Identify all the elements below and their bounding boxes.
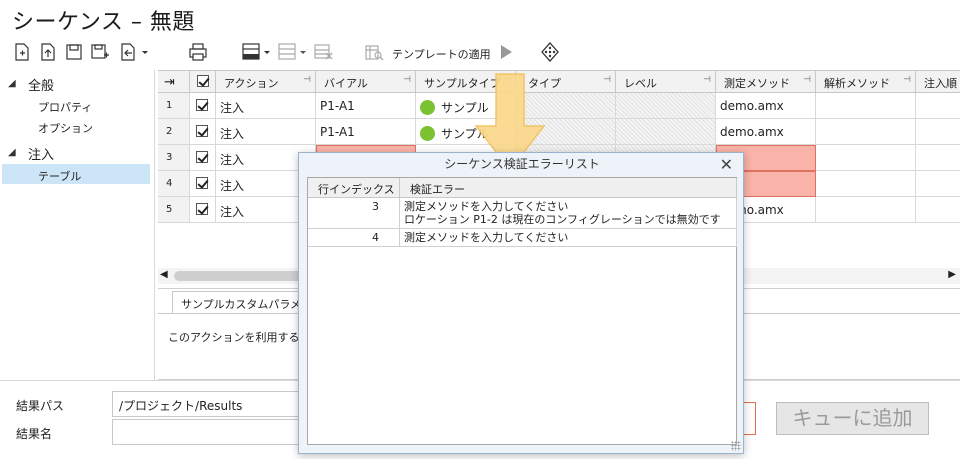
cell-method[interactable]: demo.amx <box>716 119 816 145</box>
column-header-method[interactable]: 測定メソッド ⊣ <box>716 71 816 93</box>
cell-action[interactable]: 注入 <box>216 119 316 145</box>
result-path-label: 結果パス <box>16 399 65 413</box>
close-icon[interactable]: ✕ <box>720 155 733 174</box>
result-name-input[interactable] <box>112 419 312 445</box>
error-row-index[interactable]: 4 <box>308 229 400 247</box>
cell-analysis-method[interactable] <box>816 197 916 223</box>
import-icon[interactable] <box>118 42 158 62</box>
tree-item-options[interactable]: オプション <box>38 120 93 136</box>
random-icon[interactable] <box>540 42 560 62</box>
column-chooser-icon[interactable]: ⇥ <box>164 75 175 90</box>
navigation-tree <box>0 70 155 380</box>
tree-item-table[interactable]: テーブル <box>38 168 81 184</box>
save-icon[interactable] <box>64 42 84 62</box>
select-all-checkbox[interactable] <box>197 75 209 87</box>
collapse-arrow-icon[interactable]: ◢ <box>8 147 16 158</box>
pin-icon[interactable]: ⊣ <box>903 75 911 85</box>
result-path-input[interactable]: /プロジェクト/Results <box>112 391 312 417</box>
row-checkbox[interactable] <box>196 125 208 137</box>
tree-group-general[interactable]: 全般 <box>28 75 54 94</box>
scrollbar-thumb[interactable] <box>174 271 314 281</box>
column-header-action[interactable]: アクション ⊣ <box>216 71 316 93</box>
row-checkbox[interactable] <box>196 203 208 215</box>
status-green-icon <box>420 99 435 115</box>
run-icon[interactable] <box>496 42 516 62</box>
row-checkbox-cell[interactable] <box>190 93 216 119</box>
error-list: 行インデックス 検証エラー 3 測定メソッドを入力してください ロケーション P… <box>307 177 737 445</box>
column-header-injection-order[interactable]: 注入順 <box>916 71 960 93</box>
cell-analysis-method[interactable] <box>816 119 916 145</box>
error-row-message[interactable]: 測定メソッドを入力してください ロケーション P1-2 は現在のコンフィグレーシ… <box>400 198 737 229</box>
open-icon[interactable] <box>38 42 58 62</box>
column-header-level[interactable]: レベル ⊣ <box>616 71 716 93</box>
row-number[interactable]: 4 <box>158 171 190 197</box>
row-checkbox[interactable] <box>196 99 208 111</box>
column-header-analysis-method[interactable]: 解析メソッド ⊣ <box>816 71 916 93</box>
select-all-header[interactable] <box>190 71 216 93</box>
row-number[interactable]: 1 <box>158 93 190 119</box>
collapse-arrow-icon[interactable]: ◢ <box>8 78 16 89</box>
save-as-icon[interactable] <box>90 42 110 62</box>
status-green-icon <box>420 125 435 141</box>
cell-level[interactable] <box>616 93 716 119</box>
dialog-title: シーケンス検証エラーリスト <box>444 157 600 171</box>
window-title: シーケンス – 無題 <box>12 10 195 35</box>
pin-icon[interactable]: ⊣ <box>803 75 811 85</box>
cell-analysis-method[interactable] <box>816 145 916 171</box>
row-checkbox-cell[interactable] <box>190 145 216 171</box>
error-row-message[interactable]: 測定メソッドを入力してください <box>400 229 737 247</box>
row-checkbox-cell[interactable] <box>190 119 216 145</box>
add-to-queue-button[interactable]: キューに追加 <box>776 402 929 435</box>
row-checkbox[interactable] <box>196 151 208 163</box>
apply-template-label[interactable]: テンプレートの適用 <box>392 46 491 62</box>
validation-error-dialog: シーケンス検証エラーリスト ✕ 行インデックス 検証エラー 3 測定メソッドを入… <box>298 152 744 454</box>
cell-analysis-method[interactable] <box>816 93 916 119</box>
row-checkbox-cell[interactable] <box>190 171 216 197</box>
new-icon[interactable] <box>12 42 32 62</box>
scroll-left-icon[interactable]: ◀ <box>160 269 168 280</box>
row-checkbox-cell[interactable] <box>190 197 216 223</box>
row-number[interactable]: 5 <box>158 197 190 223</box>
error-row-index[interactable]: 3 <box>308 198 400 229</box>
row-number[interactable]: 3 <box>158 145 190 171</box>
tree-item-properties[interactable]: プロパティ <box>38 99 92 115</box>
column-header-row-index[interactable]: 行インデックス <box>308 178 400 198</box>
pin-icon[interactable]: ⊣ <box>603 75 611 85</box>
cell-vial[interactable]: P1-A1 <box>316 119 416 145</box>
cell-level[interactable] <box>616 119 716 145</box>
clear-icon[interactable] <box>314 42 334 62</box>
cell-injection-order[interactable] <box>916 93 960 119</box>
tree-group-injection[interactable]: 注入 <box>28 144 54 163</box>
cell-analysis-method[interactable] <box>816 171 916 197</box>
row-checkbox[interactable] <box>196 177 208 189</box>
insert-row-icon[interactable] <box>242 42 276 62</box>
print-icon[interactable] <box>188 42 208 62</box>
pin-icon[interactable]: ⊣ <box>403 75 411 85</box>
cell-action[interactable]: 注入 <box>216 93 316 119</box>
focus-border <box>744 402 756 435</box>
cell-injection-order[interactable] <box>916 145 960 171</box>
cell-injection-order[interactable] <box>916 171 960 197</box>
template-icon[interactable] <box>364 42 384 62</box>
column-header-validation-error[interactable]: 検証エラー <box>400 178 737 198</box>
scroll-right-icon[interactable]: ▶ <box>948 269 956 280</box>
column-chooser-header[interactable]: ⇥ <box>158 71 190 93</box>
row-number[interactable]: 2 <box>158 119 190 145</box>
delete-row-icon[interactable] <box>278 42 312 62</box>
result-name-label: 結果名 <box>16 427 53 441</box>
cell-method[interactable]: demo.amx <box>716 93 816 119</box>
cell-vial[interactable]: P1-A1 <box>316 93 416 119</box>
pin-icon[interactable]: ⊣ <box>703 75 711 85</box>
cell-injection-order[interactable] <box>916 119 960 145</box>
cell-injection-order[interactable] <box>916 197 960 223</box>
resize-grip-icon[interactable] <box>731 441 741 451</box>
pin-icon[interactable]: ⊣ <box>303 75 311 85</box>
column-header-vial[interactable]: バイアル ⊣ <box>316 71 416 93</box>
